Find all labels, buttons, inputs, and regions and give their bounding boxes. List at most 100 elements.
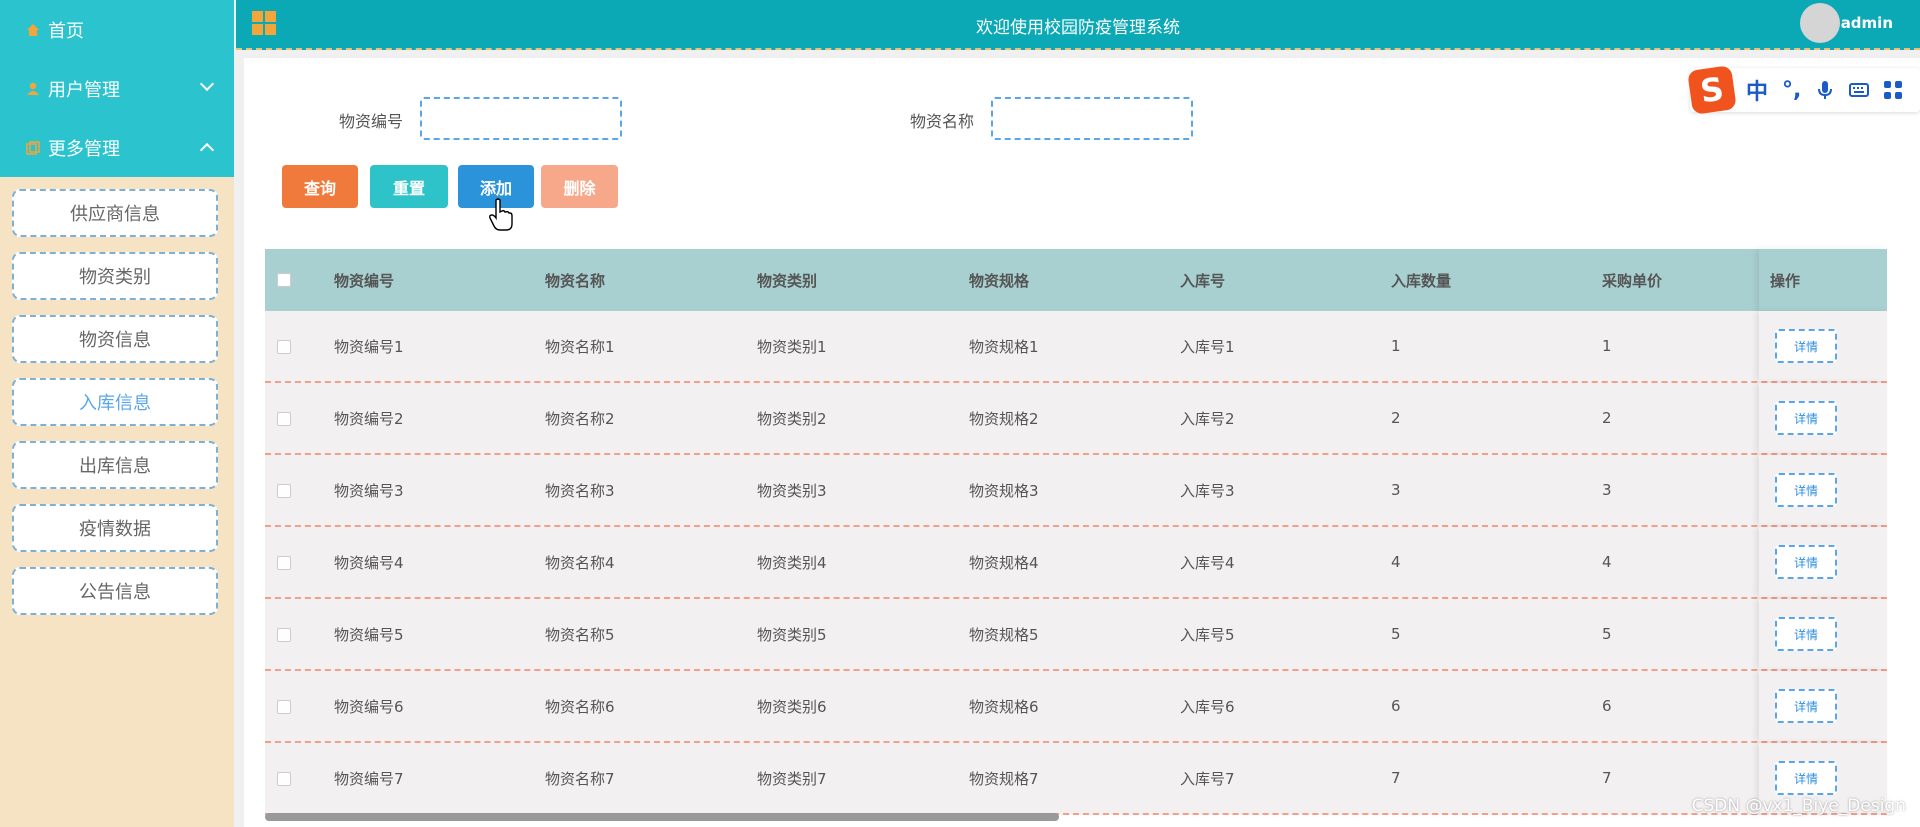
table-cell: 物资编号3 xyxy=(334,481,404,500)
table-cell: 物资规格2 xyxy=(969,409,1039,428)
detail-button[interactable]: 详情 xyxy=(1775,617,1837,651)
query-button[interactable]: 查询 xyxy=(282,165,358,208)
table-cell: 物资名称1 xyxy=(545,337,615,356)
watermark: CSDN @vx1_Biye_Design xyxy=(1691,796,1906,816)
table-cell: 入库号7 xyxy=(1180,769,1235,788)
horizontal-scrollbar[interactable] xyxy=(265,813,1059,821)
sidebar-submenu: 供应商信息 物资类别 物资信息 入库信息 出库信息 疫情数据 公告信息 xyxy=(0,177,234,615)
ime-punctuation-toggle[interactable]: °, xyxy=(1782,78,1801,103)
material-name-input[interactable] xyxy=(991,97,1193,140)
sidebar-item-material-info[interactable]: 物资信息 xyxy=(12,315,218,363)
table-cell: 物资规格6 xyxy=(969,697,1039,716)
table-cell: 物资规格5 xyxy=(969,625,1039,644)
detail-button[interactable]: 详情 xyxy=(1775,473,1837,507)
sidebar-item-announcement[interactable]: 公告信息 xyxy=(12,567,218,615)
column-header[interactable]: 物资名称 xyxy=(545,270,605,291)
sogou-logo-icon[interactable]: S xyxy=(1687,65,1737,115)
table-cell: 物资规格3 xyxy=(969,481,1039,500)
reset-button[interactable]: 重置 xyxy=(370,165,448,208)
column-header[interactable]: 采购单价 xyxy=(1602,270,1662,291)
table-cell: 物资名称2 xyxy=(545,409,615,428)
detail-button[interactable]: 详情 xyxy=(1775,761,1837,795)
row-checkbox[interactable] xyxy=(277,484,291,498)
table-cell: 入库号6 xyxy=(1180,697,1235,716)
avatar[interactable] xyxy=(1800,3,1840,43)
select-all-checkbox[interactable] xyxy=(277,273,291,287)
hand-cursor-icon xyxy=(489,198,513,231)
sidebar-menu-home[interactable]: 首页 xyxy=(0,0,234,59)
table-cell: 物资类别5 xyxy=(757,625,827,644)
material-code-label: 物资编号 xyxy=(339,112,404,131)
detail-button[interactable]: 详情 xyxy=(1775,689,1837,723)
material-name-label: 物资名称 xyxy=(910,112,975,131)
ime-language-toggle[interactable]: 中 xyxy=(1746,74,1768,106)
detail-button[interactable]: 详情 xyxy=(1775,329,1837,363)
username-label[interactable]: admin xyxy=(1841,14,1893,32)
column-header[interactable]: 物资编号 xyxy=(334,270,394,291)
microphone-icon[interactable] xyxy=(1815,80,1835,100)
table-cell: 入库号1 xyxy=(1180,337,1235,356)
table-cell: 入库号4 xyxy=(1180,553,1235,572)
sidebar-item-supplier-info[interactable]: 供应商信息 xyxy=(12,189,218,237)
table-cell: 物资类别4 xyxy=(757,553,827,572)
table-cell: 5 xyxy=(1602,625,1612,643)
table-cell: 物资类别1 xyxy=(757,337,827,356)
delete-button[interactable]: 删除 xyxy=(541,165,618,208)
top-header: 欢迎使用校园防疫管理系统 admin xyxy=(236,0,1920,50)
table-cell: 2 xyxy=(1602,409,1612,427)
sidebar-item-epidemic-data[interactable]: 疫情数据 xyxy=(12,504,218,552)
table-cell: 物资类别6 xyxy=(757,697,827,716)
home-icon xyxy=(27,23,39,36)
sidebar-menu-user-management[interactable]: 用户管理 xyxy=(0,59,234,118)
table-cell: 物资名称3 xyxy=(545,481,615,500)
sidebar-menu-label: 首页 xyxy=(48,20,84,42)
table-cell: 物资编号1 xyxy=(334,337,404,356)
sidebar-menu-label: 用户管理 xyxy=(48,79,120,101)
row-checkbox[interactable] xyxy=(277,340,291,354)
stock-in-table: 物资编号 物资名称 物资类别 物资规格 入库号 入库数量 采购单价 操作 物资编… xyxy=(265,249,1887,815)
row-checkbox[interactable] xyxy=(277,700,291,714)
keyboard-icon[interactable] xyxy=(1849,80,1870,100)
user-icon xyxy=(27,82,39,95)
chevron-down-icon xyxy=(199,76,215,92)
column-header: 操作 xyxy=(1770,271,1801,290)
column-header[interactable]: 物资规格 xyxy=(969,270,1029,291)
table-cell: 4 xyxy=(1391,553,1401,571)
sidebar-item-material-category[interactable]: 物资类别 xyxy=(12,252,218,300)
table-cell: 入库号2 xyxy=(1180,409,1235,428)
table-cell: 7 xyxy=(1391,769,1401,787)
table-cell: 物资名称7 xyxy=(545,769,615,788)
table-row: 物资编号5 物资名称5 物资类别5 物资规格5 入库号5 5 5 详情 xyxy=(265,599,1887,671)
detail-button[interactable]: 详情 xyxy=(1775,545,1837,579)
table-row: 物资编号1 物资名称1 物资类别1 物资规格1 入库号1 1 1 详情 xyxy=(265,311,1887,383)
column-header[interactable]: 物资类别 xyxy=(757,270,817,291)
detail-button[interactable]: 详情 xyxy=(1775,401,1837,435)
table-cell: 物资规格1 xyxy=(969,337,1039,356)
table-cell: 7 xyxy=(1602,769,1612,787)
table-cell: 物资类别3 xyxy=(757,481,827,500)
row-checkbox[interactable] xyxy=(277,412,291,426)
sidebar-menu-label: 更多管理 xyxy=(48,138,120,160)
table-cell: 物资规格4 xyxy=(969,553,1039,572)
grid-apps-icon[interactable] xyxy=(1883,80,1903,100)
table-cell: 3 xyxy=(1391,481,1401,499)
table-cell: 物资编号5 xyxy=(334,625,404,644)
row-checkbox[interactable] xyxy=(277,556,291,570)
table-row: 物资编号7 物资名称7 物资类别7 物资规格7 入库号7 7 7 详情 xyxy=(265,743,1887,815)
table-cell: 物资规格7 xyxy=(969,769,1039,788)
sidebar-item-stock-out-info[interactable]: 出库信息 xyxy=(12,441,218,489)
table-row: 物资编号4 物资名称4 物资类别4 物资规格4 入库号4 4 4 详情 xyxy=(265,527,1887,599)
table-cell: 3 xyxy=(1602,481,1612,499)
sidebar-menu-more-management[interactable]: 更多管理 xyxy=(0,118,234,177)
row-checkbox[interactable] xyxy=(277,628,291,642)
material-code-input[interactable] xyxy=(420,97,622,140)
table-cell: 物资编号4 xyxy=(334,553,404,572)
table-cell: 物资名称4 xyxy=(545,553,615,572)
page-title: 欢迎使用校园防疫管理系统 xyxy=(976,18,1180,38)
column-header[interactable]: 入库数量 xyxy=(1391,270,1451,291)
table-cell: 物资名称6 xyxy=(545,697,615,716)
sidebar-item-stock-in-info[interactable]: 入库信息 xyxy=(12,378,218,426)
sidebar-menu-group: 首页 用户管理 更多管理 xyxy=(0,0,234,177)
row-checkbox[interactable] xyxy=(277,772,291,786)
column-header[interactable]: 入库号 xyxy=(1180,270,1225,291)
